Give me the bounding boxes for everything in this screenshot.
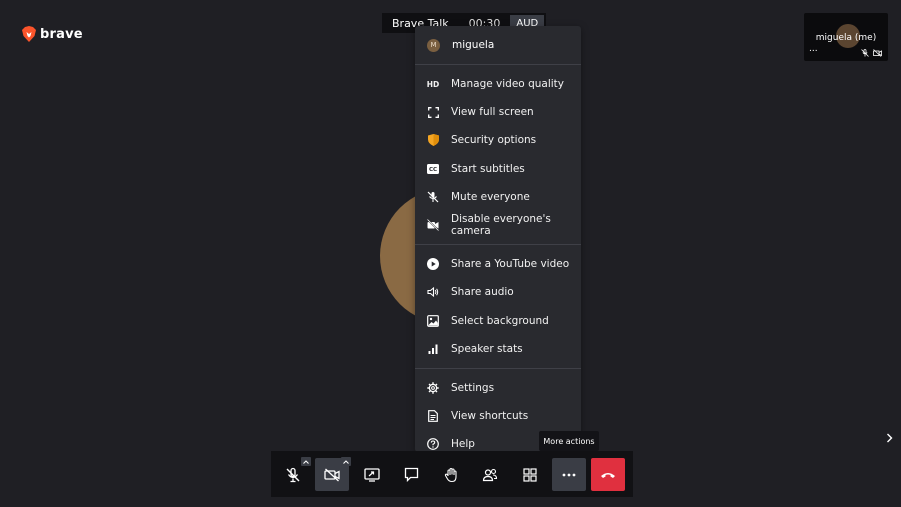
screen-share-button[interactable]: [355, 458, 389, 491]
menu-item-label: Security options: [451, 134, 537, 147]
thumbnail-name: miguela (me): [815, 33, 877, 43]
mic-muted-icon: [286, 467, 300, 482]
chevron-right-icon[interactable]: [886, 433, 893, 443]
hang-up-icon: [601, 472, 615, 478]
participants-button[interactable]: [473, 458, 507, 491]
brave-lion-icon: [22, 26, 36, 42]
menu-item-label: Manage video quality: [451, 78, 564, 91]
play-icon: [427, 258, 439, 271]
menu-item-view-full-screen[interactable]: View full screen: [415, 98, 581, 126]
menu-item-view-shortcuts[interactable]: View shortcuts: [415, 402, 581, 430]
menu-item-label: Disable everyone's camera: [451, 213, 551, 238]
menu-item-security-options[interactable]: Security options: [415, 126, 581, 154]
camera-off-all-icon: [427, 219, 439, 232]
menu-item-label: Speaker stats: [451, 342, 523, 355]
chevron-up-icon: [343, 459, 349, 464]
mic-muted-icon: [861, 49, 869, 57]
chevron-up-icon: [303, 459, 309, 464]
screen-share-icon: [364, 467, 380, 482]
more-horizontal-icon: [562, 473, 576, 476]
svg-text:CC: CC: [429, 167, 437, 173]
menu-user-header[interactable]: M miguela: [415, 26, 581, 65]
grid-icon: [523, 467, 537, 482]
self-thumbnail[interactable]: miguela (me) ...: [804, 13, 888, 61]
help-icon: [427, 438, 439, 451]
more-actions-tooltip: More actions: [539, 431, 599, 451]
menu-item-label: Mute everyone: [451, 190, 530, 203]
leave-meeting-button[interactable]: [591, 458, 625, 491]
speaker-icon: [427, 286, 439, 298]
image-icon: [427, 314, 439, 327]
gear-icon: [427, 382, 439, 394]
bar-chart-icon: [427, 343, 439, 355]
more-actions-menu: M miguela HD Manage video quality View f…: [415, 26, 581, 452]
participants-icon: [482, 468, 498, 481]
chat-button[interactable]: [394, 458, 428, 491]
menu-group-sharing: Share a YouTube video Share audio Select…: [415, 245, 581, 369]
camera-off-icon: [324, 468, 340, 481]
menu-item-manage-video-quality[interactable]: HD Manage video quality: [415, 70, 581, 98]
cc-icon: CC: [427, 163, 439, 175]
document-icon: [427, 410, 439, 423]
mic-options-caret[interactable]: [301, 457, 311, 466]
logo-text: brave: [40, 26, 83, 42]
more-actions-button[interactable]: [552, 458, 586, 491]
menu-item-label: View full screen: [451, 106, 534, 119]
menu-item-share-audio[interactable]: Share audio: [415, 278, 581, 306]
menu-group-general: HD Manage video quality View full screen…: [415, 65, 581, 246]
menu-item-label: View shortcuts: [451, 410, 529, 423]
menu-item-label: Settings: [451, 381, 495, 394]
menu-user-name: miguela: [452, 39, 495, 51]
menu-item-select-background[interactable]: Select background: [415, 307, 581, 335]
menu-item-mute-everyone[interactable]: Mute everyone: [415, 183, 581, 211]
menu-item-label: Share audio: [451, 286, 514, 299]
chat-icon: [404, 467, 418, 482]
menu-item-share-youtube-video[interactable]: Share a YouTube video: [415, 250, 581, 278]
camera-muted-icon: [873, 49, 882, 57]
raise-hand-button[interactable]: [434, 458, 468, 491]
menu-item-settings[interactable]: Settings: [415, 374, 581, 402]
fullscreen-icon: [427, 106, 439, 118]
shield-icon: [427, 134, 439, 147]
bottom-toolbar: [271, 451, 633, 497]
menu-item-disable-everyones-camera[interactable]: Disable everyone's camera: [415, 211, 581, 239]
camera-options-caret[interactable]: [341, 457, 351, 466]
menu-item-label: Start subtitles: [451, 162, 525, 175]
menu-item-label: Share a YouTube video: [451, 258, 570, 271]
hd-icon: HD: [426, 79, 440, 89]
thumbnail-menu-icon[interactable]: ...: [809, 44, 818, 54]
brave-logo: brave: [22, 26, 83, 42]
menu-item-label: Help: [451, 438, 475, 451]
user-avatar: M: [427, 38, 440, 52]
hand-icon: [444, 467, 457, 482]
tile-view-button[interactable]: [513, 458, 547, 491]
menu-item-speaker-stats[interactable]: Speaker stats: [415, 335, 581, 363]
menu-item-start-subtitles[interactable]: CC Start subtitles: [415, 155, 581, 183]
mute-all-icon: [427, 191, 439, 203]
menu-item-label: Select background: [451, 314, 549, 327]
